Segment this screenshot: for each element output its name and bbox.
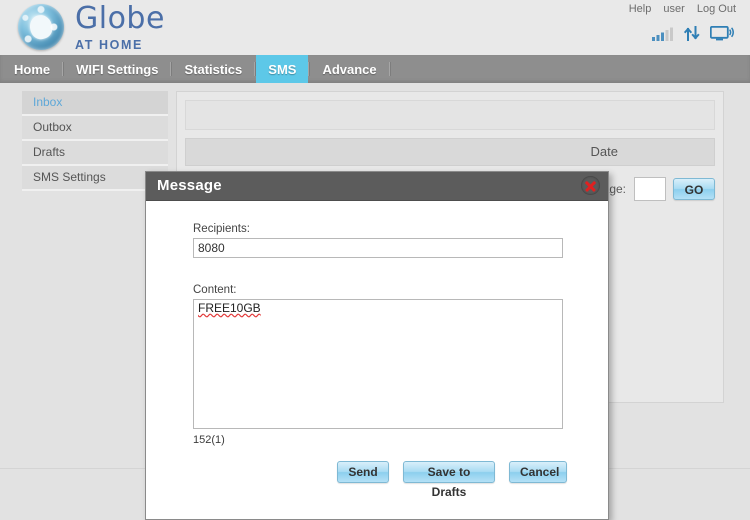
data-transfer-icon (683, 26, 700, 44)
character-counter: 152(1) (193, 434, 225, 446)
dialog-body: Recipients: Content: FREE10GB 152(1) Sen… (146, 201, 608, 519)
nav-item-wifi-settings[interactable]: WIFI Settings (64, 55, 170, 83)
connected-device-icon (709, 25, 734, 44)
message-dialog: Message Recipients: Content: FREE10GB 15… (145, 171, 609, 520)
dialog-actions: Send Save to Drafts Cancel (146, 461, 608, 499)
cancel-button[interactable]: Cancel (509, 461, 567, 483)
top-links: Help user Log Out (620, 3, 736, 15)
signal-strength-icon (652, 27, 674, 44)
sidebar-item-inbox[interactable]: Inbox (22, 91, 168, 116)
go-button[interactable]: GO (673, 178, 715, 200)
nav-item-advance[interactable]: Advance (310, 55, 388, 83)
content-textarea[interactable]: FREE10GB (193, 299, 563, 429)
list-toolbar (185, 100, 715, 130)
page-number-input[interactable] (634, 177, 666, 201)
status-icons (652, 25, 734, 44)
dialog-header: Message (146, 172, 608, 201)
help-link[interactable]: Help (629, 3, 652, 15)
recipients-label: Recipients: (193, 223, 250, 235)
nav-item-sms[interactable]: SMS (256, 55, 309, 83)
brand: Globe AT HOME (18, 4, 165, 52)
page-body: Inbox Outbox Drafts SMS Settings Date ag… (0, 83, 750, 520)
top-bar: Globe AT HOME Help user Log Out (0, 0, 750, 56)
recipients-input[interactable] (193, 238, 563, 258)
save-to-drafts-button[interactable]: Save to Drafts (403, 461, 495, 499)
main-navigation: Home WIFI Settings Statistics SMS Advanc… (0, 55, 750, 83)
nav-item-statistics[interactable]: Statistics (172, 55, 254, 83)
brand-name: Globe (75, 1, 165, 36)
sidebar-item-outbox[interactable]: Outbox (22, 116, 168, 141)
globe-logo-icon (18, 4, 64, 50)
brand-tagline: AT HOME (75, 38, 143, 52)
content-label: Content: (193, 284, 237, 296)
user-link[interactable]: user (663, 3, 684, 15)
content-text-value: FREE10GB (198, 301, 261, 315)
column-header-date: Date (590, 144, 618, 159)
nav-divider (388, 62, 391, 76)
message-table-header: Date (185, 138, 715, 166)
nav-item-home[interactable]: Home (0, 55, 62, 83)
sidebar-item-drafts[interactable]: Drafts (22, 141, 168, 166)
logout-link[interactable]: Log Out (697, 3, 736, 15)
send-button[interactable]: Send (337, 461, 389, 483)
close-icon[interactable] (581, 176, 600, 195)
dialog-title: Message (157, 177, 222, 194)
